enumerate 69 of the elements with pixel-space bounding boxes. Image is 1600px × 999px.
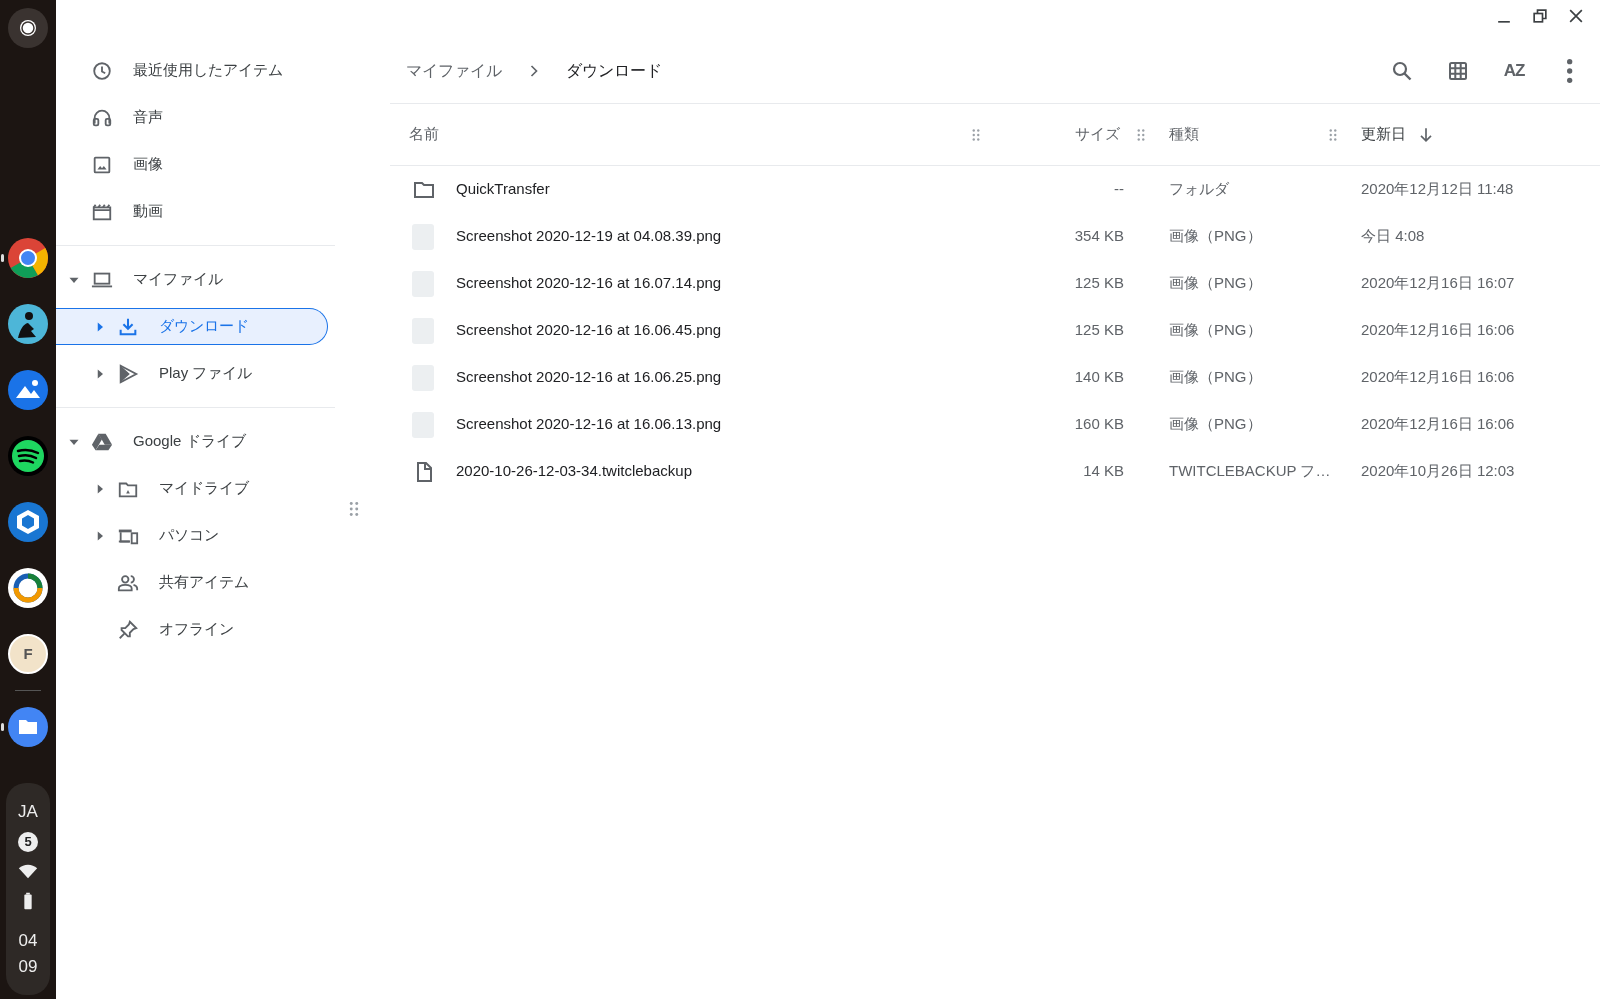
running-indicator: [1, 723, 4, 731]
modified-date: 2020年12月12日 11:48: [1361, 180, 1514, 198]
modified-date: 2020年12月16日 16:06: [1361, 368, 1515, 386]
clock-minute: 09: [18, 955, 38, 978]
sidebar-item[interactable]: マイドライブ: [56, 465, 341, 512]
restore-button[interactable]: [1530, 6, 1550, 26]
modified-date: 2020年10月26日 12:03: [1361, 462, 1515, 480]
pin-icon: [117, 618, 139, 641]
gallery-icon[interactable]: [8, 370, 48, 410]
file-size: 160 KB: [1074, 415, 1124, 433]
sidebar-item[interactable]: Google ドライブ: [56, 418, 341, 465]
folder-icon[interactable]: [8, 707, 48, 747]
file-name[interactable]: Screenshot 2020-12-19 at 04.08.39.png: [456, 225, 722, 248]
modified-date: 2020年12月16日 16:06: [1361, 321, 1515, 339]
launcher-button[interactable]: [8, 8, 48, 48]
breadcrumb-link[interactable]: マイファイル: [400, 52, 508, 89]
file-type: 画像（PNG）: [1169, 321, 1262, 339]
breadcrumb-link[interactable]: ダウンロード: [560, 52, 668, 89]
file-size: 125 KB: [1074, 321, 1124, 339]
modified-date: 2020年12月16日 16:07: [1361, 274, 1515, 292]
column-header[interactable]: サイズ: [1075, 123, 1120, 146]
notification-count: 5: [18, 832, 38, 852]
browser-icon[interactable]: [8, 238, 48, 278]
sidebar-item[interactable]: 共有アイテム: [56, 559, 341, 606]
sidebar-item[interactable]: 画像: [56, 141, 341, 188]
file-name[interactable]: Screenshot 2020-12-16 at 16.06.45.png: [456, 319, 722, 342]
ring-app-icon[interactable]: [8, 568, 48, 608]
file-name[interactable]: Screenshot 2020-12-16 at 16.07.14.png: [456, 272, 722, 295]
sidebar-item[interactable]: Play ファイル: [56, 350, 341, 397]
clock-hour: 04: [18, 930, 38, 952]
sidebar-item[interactable]: 動画: [56, 188, 341, 235]
sidebar-item[interactable]: パソコン: [56, 512, 341, 559]
sort-button[interactable]: AZ: [1496, 51, 1532, 90]
file-type: 画像（PNG）: [1169, 227, 1262, 245]
file-size: 125 KB: [1074, 274, 1124, 292]
more-icon: [1567, 58, 1573, 83]
file-type: フォルダ: [1169, 180, 1229, 198]
ime-indicator: JA: [18, 800, 38, 823]
cube-icon[interactable]: [8, 502, 48, 542]
sidebar-item[interactable]: マイファイル: [56, 256, 341, 303]
play-icon: [117, 362, 139, 385]
file-name[interactable]: 2020-10-26-12-03-34.twitclebackup: [456, 460, 692, 483]
modified-date: 今日 4:08: [1361, 227, 1425, 245]
file-name[interactable]: Screenshot 2020-12-16 at 16.06.13.png: [456, 413, 722, 436]
status-area[interactable]: JA 5 04 09: [6, 782, 50, 995]
reader-icon[interactable]: [8, 304, 48, 344]
clock-icon: [91, 59, 113, 82]
file-size: --: [1114, 180, 1124, 198]
sidebar-item[interactable]: オフライン: [56, 606, 341, 653]
modified-date: 2020年12月16日 16:06: [1361, 415, 1515, 433]
file-type: TWITCLEBACKUP フ…: [1169, 462, 1331, 480]
sidebar-item[interactable]: ダウンロード: [56, 308, 328, 345]
file-type: 画像（PNG）: [1169, 274, 1262, 292]
file-type: 画像（PNG）: [1169, 368, 1262, 386]
music-icon[interactable]: [8, 436, 48, 476]
file-name[interactable]: Screenshot 2020-12-16 at 16.06.25.png: [456, 366, 722, 389]
sidebar-item[interactable]: 音声: [56, 94, 341, 141]
file-size: 14 KB: [1083, 462, 1124, 480]
column-header[interactable]: 更新日: [1361, 123, 1406, 146]
file-size: 354 KB: [1074, 227, 1124, 245]
app-icon[interactable]: F: [8, 634, 48, 674]
file-name[interactable]: QuickTransfer: [456, 178, 550, 201]
column-header[interactable]: 種類: [1169, 123, 1199, 146]
file-type: 画像（PNG）: [1169, 415, 1262, 433]
running-indicator: [1, 254, 4, 262]
sidebar-item[interactable]: 最近使用したアイテム: [56, 47, 341, 94]
file-size: 140 KB: [1074, 368, 1124, 386]
launcher-icon: [18, 18, 38, 38]
column-header[interactable]: 名前: [409, 123, 439, 146]
